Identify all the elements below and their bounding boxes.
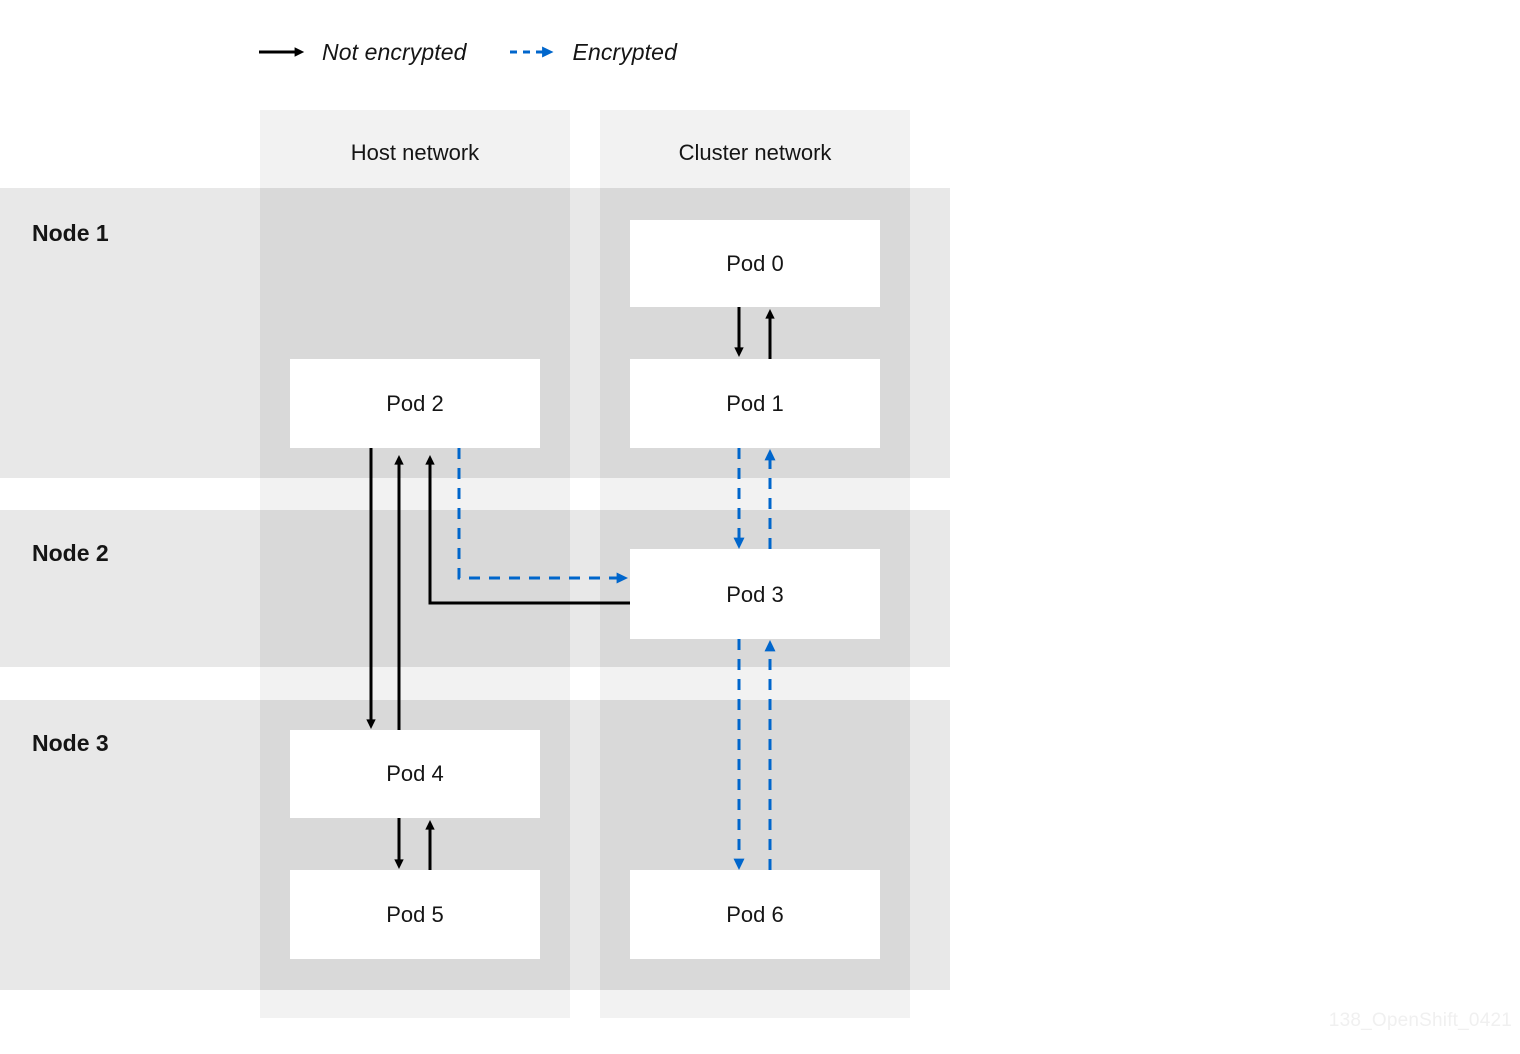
pod-label-pod-3: Pod 3 <box>726 582 784 607</box>
pod-label-pod-5: Pod 5 <box>386 902 444 927</box>
pod-label-pod-6: Pod 6 <box>726 902 784 927</box>
pod-label-pod-1: Pod 1 <box>726 391 784 416</box>
node-label-node-3: Node 3 <box>32 730 109 756</box>
pod-label-pod-2: Pod 2 <box>386 391 444 416</box>
column-header-cluster-network: Cluster network <box>678 140 832 165</box>
column-header-host-network: Host network <box>350 140 480 165</box>
legend-item-encrypted: Encrypted <box>509 39 677 66</box>
node-label-node-1: Node 1 <box>32 220 109 246</box>
legend-label-not-encrypted: Not encrypted <box>322 38 467 65</box>
node-label-node-2: Node 2 <box>32 540 109 566</box>
diagram-canvas: Not encrypted Encrypted Host network Clu… <box>0 0 1520 1054</box>
legend: Not encrypted Encrypted <box>258 32 677 72</box>
solid-arrow-icon <box>259 47 305 57</box>
pod-label-pod-0: Pod 0 <box>726 251 784 276</box>
pod-label-pod-4: Pod 4 <box>386 761 444 786</box>
legend-item-not-encrypted: Not encrypted <box>258 39 467 66</box>
legend-label-encrypted: Encrypted <box>572 38 677 65</box>
dashed-arrow-icon <box>509 46 553 58</box>
watermark: 138_OpenShift_0421 <box>1328 1010 1512 1031</box>
